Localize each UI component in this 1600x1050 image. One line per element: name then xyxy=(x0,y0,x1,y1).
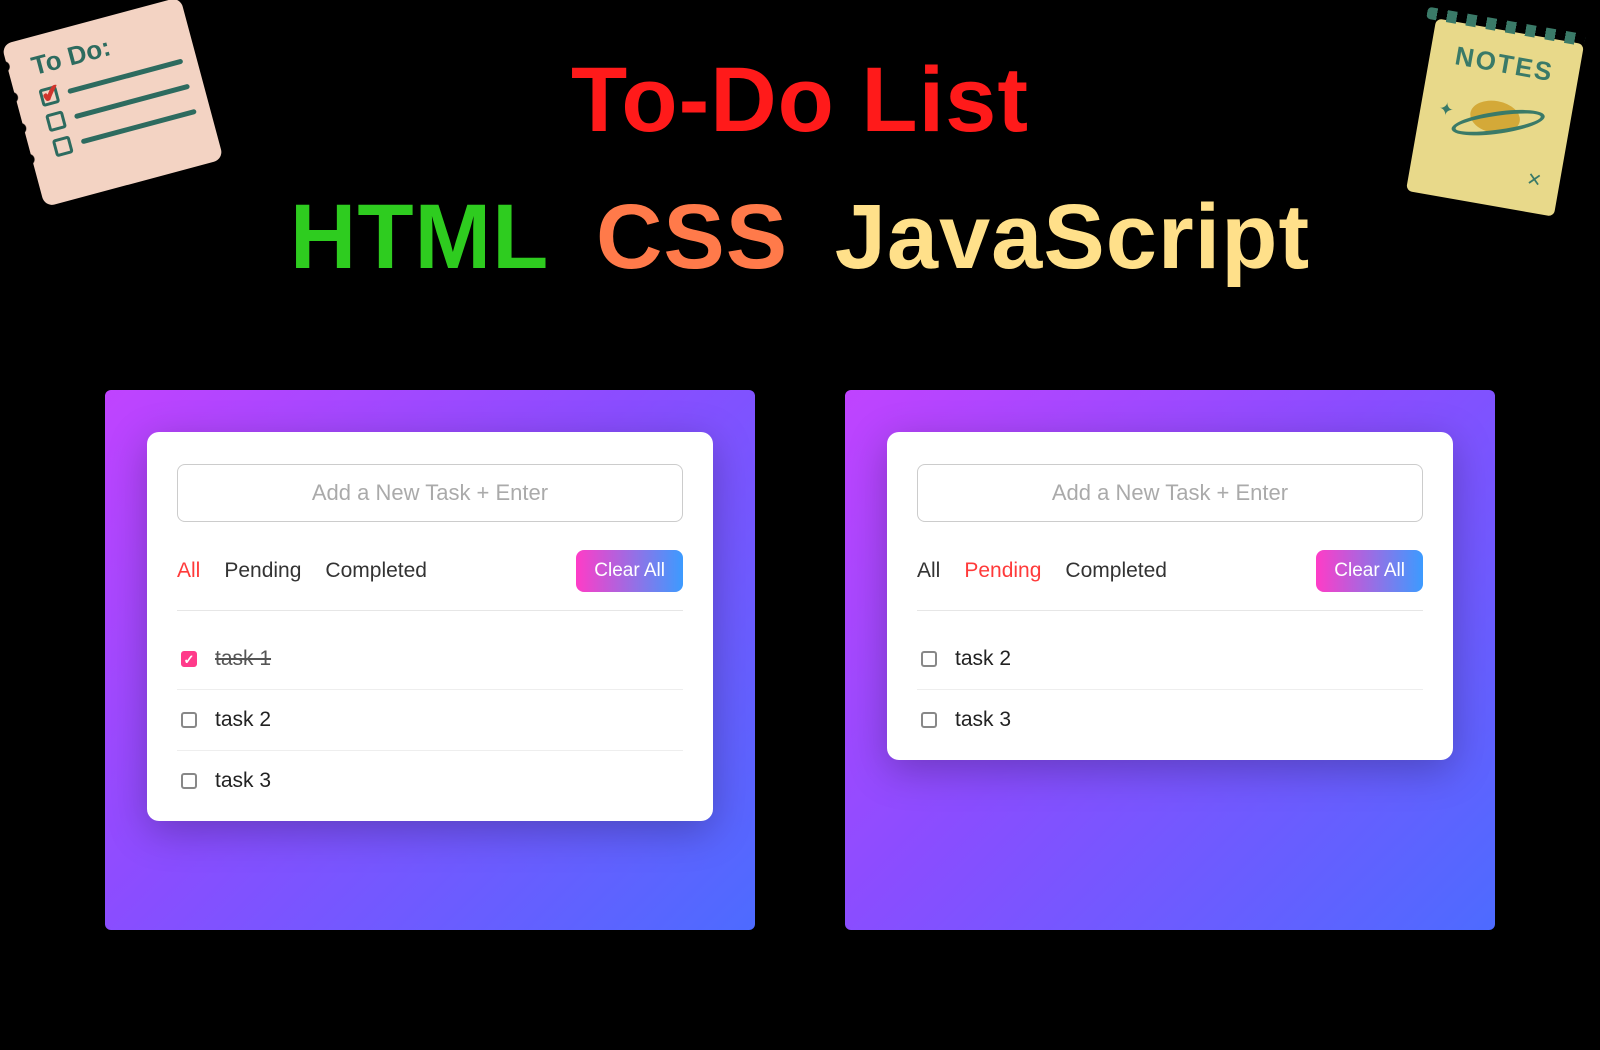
task-list-right: task 2 task 3 xyxy=(917,629,1423,750)
task-label: task 2 xyxy=(955,647,1011,671)
filter-all[interactable]: All xyxy=(917,559,940,583)
sticker-notes-label: NOTES xyxy=(1428,36,1581,93)
tech-css: CSS xyxy=(596,186,788,288)
filter-completed[interactable]: Completed xyxy=(325,559,427,583)
main-title: To-Do List xyxy=(0,48,1600,153)
task-checkbox[interactable] xyxy=(181,651,197,667)
task-checkbox[interactable] xyxy=(181,712,197,728)
notes-sticker-icon: NOTES ✦ ✕ xyxy=(1406,18,1584,216)
task-list-left: task 1 task 2 task 3 xyxy=(177,629,683,811)
task-checkbox[interactable] xyxy=(181,773,197,789)
tech-subtitle: HTML CSS JavaScript xyxy=(0,185,1600,290)
todo-sticker-icon: To Do: xyxy=(1,0,223,207)
task-item: task 3 xyxy=(917,690,1423,750)
tech-html: HTML xyxy=(290,186,549,288)
todo-card-left: All Pending Completed Clear All task 1ta… xyxy=(147,432,713,821)
todo-panel-pending-view: All Pending Completed Clear All task 2ta… xyxy=(845,390,1495,930)
clear-all-button[interactable]: Clear All xyxy=(576,550,683,592)
filter-completed[interactable]: Completed xyxy=(1065,559,1167,583)
task-item: task 1 xyxy=(177,629,683,690)
clear-all-button[interactable]: Clear All xyxy=(1316,550,1423,592)
new-task-input[interactable] xyxy=(917,464,1423,522)
task-label: task 3 xyxy=(955,708,1011,732)
filter-pending[interactable]: Pending xyxy=(224,559,301,583)
task-item: task 2 xyxy=(177,690,683,751)
task-item: task 2 xyxy=(917,629,1423,690)
task-item: task 3 xyxy=(177,751,683,811)
todo-card-right: All Pending Completed Clear All task 2ta… xyxy=(887,432,1453,760)
task-label: task 2 xyxy=(215,708,271,732)
task-checkbox[interactable] xyxy=(921,651,937,667)
filter-pending[interactable]: Pending xyxy=(964,559,1041,583)
tech-js: JavaScript xyxy=(835,186,1310,288)
todo-panel-all-view: All Pending Completed Clear All task 1ta… xyxy=(105,390,755,930)
new-task-input[interactable] xyxy=(177,464,683,522)
filter-row: All Pending Completed Clear All xyxy=(917,550,1423,611)
task-checkbox[interactable] xyxy=(921,712,937,728)
task-label: task 3 xyxy=(215,769,271,793)
filter-all[interactable]: All xyxy=(177,559,200,583)
filter-row: All Pending Completed Clear All xyxy=(177,550,683,611)
title-text: To-Do List xyxy=(571,49,1029,151)
task-label: task 1 xyxy=(215,647,271,671)
